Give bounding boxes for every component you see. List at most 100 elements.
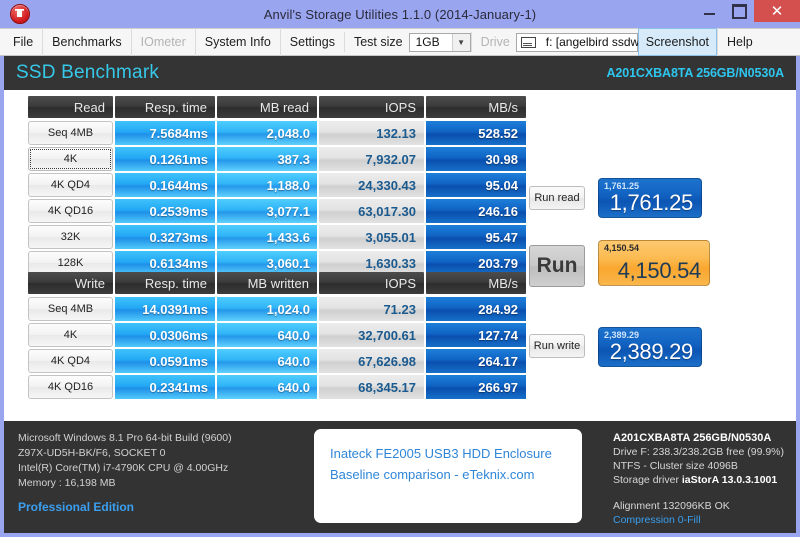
read-response-time-cell: 7.5684ms xyxy=(115,121,215,145)
menu-benchmarks[interactable]: Benchmarks xyxy=(42,28,130,56)
write-iops-cell: 32,700.61 xyxy=(319,323,424,347)
write-column-header: MB/s xyxy=(426,272,526,294)
read-iops-cell: 63,017.30 xyxy=(319,199,424,223)
system-info-footer: Microsoft Windows 8.1 Pro 64-bit Build (… xyxy=(4,419,796,533)
write-header-row: Write Resp. time MB written IOPS MB/s xyxy=(28,272,528,294)
minimize-button[interactable] xyxy=(694,0,724,22)
edition-label: Professional Edition xyxy=(18,500,135,514)
compression-mode: Compression 0-Fill xyxy=(613,514,701,526)
read-megabytes-cell: 3,077.1 xyxy=(217,199,317,223)
drive-label: Drive xyxy=(470,32,516,52)
read-column-header: MB/s xyxy=(426,96,526,118)
write-row-button[interactable]: 4K xyxy=(28,323,113,347)
maximize-button[interactable] xyxy=(724,0,754,22)
write-throughput-cell: 284.92 xyxy=(426,297,526,321)
write-megabytes-cell: 640.0 xyxy=(217,375,317,399)
drive-select[interactable]: f: [angelbird ssdwrk] ▼ xyxy=(515,32,668,52)
read-row-button[interactable]: 32K xyxy=(28,225,113,249)
run-write-button[interactable]: Run write xyxy=(529,334,585,358)
run-button[interactable]: Run xyxy=(529,245,585,287)
total-score-box: 4,150.54 4,150.54 xyxy=(598,240,710,286)
read-throughput-cell: 246.16 xyxy=(426,199,526,223)
read-score-value: 1,761.25 xyxy=(609,190,694,215)
storage-driver-label: Storage driver xyxy=(613,474,679,486)
write-iops-cell: 68,345.17 xyxy=(319,375,424,399)
write-megabytes-cell: 640.0 xyxy=(217,349,317,373)
table-row: 4K 0.1261ms 387.3 7,932.07 30.98 xyxy=(28,147,528,171)
filesystem-info: NTFS - Cluster size 4096B xyxy=(613,460,738,472)
system-specs: Microsoft Windows 8.1 Pro 64-bit Build (… xyxy=(18,431,232,515)
menu-file[interactable]: File xyxy=(4,28,42,56)
write-row-button[interactable]: 4K QD16 xyxy=(28,375,113,399)
read-iops-cell: 132.13 xyxy=(319,121,424,145)
read-response-time-cell: 0.1644ms xyxy=(115,173,215,197)
cpu-model: Intel(R) Core(TM) i7-4790K CPU @ 4.00GHz xyxy=(18,462,229,474)
anvil-icon xyxy=(10,4,30,24)
write-iops-cell: 67,626.98 xyxy=(319,349,424,373)
storage-driver-value: iaStorA 13.0.3.1001 xyxy=(681,474,778,486)
write-throughput-cell: 127.74 xyxy=(426,323,526,347)
write-response-time-cell: 14.0391ms xyxy=(115,297,215,321)
memory-size: Memory : 16,198 MB xyxy=(18,477,116,489)
write-column-header: IOPS xyxy=(319,272,424,294)
write-row-button[interactable]: Seq 4MB xyxy=(28,297,113,321)
total-score-small: 4,150.54 xyxy=(604,243,640,253)
chevron-down-icon[interactable]: ▼ xyxy=(451,33,470,51)
drive-icon xyxy=(520,36,536,48)
write-score-value: 2,389.29 xyxy=(609,339,694,364)
motherboard: Z97X-UD5H-BK/F6, SOCKET 0 xyxy=(18,447,166,459)
table-row: 4K QD4 0.0591ms 640.0 67,626.98 264.17 xyxy=(28,349,528,373)
main-toolbar: File Benchmarks IOmeter System Info Sett… xyxy=(0,28,800,56)
read-throughput-cell: 95.04 xyxy=(426,173,526,197)
read-column-header: Read xyxy=(28,96,113,118)
os-version: Microsoft Windows 8.1 Pro 64-bit Build (… xyxy=(18,432,232,444)
screenshot-button[interactable]: Screenshot xyxy=(637,28,718,56)
content-area: SSD Benchmark A201CXBA8TA 256GB/N0530A R… xyxy=(4,56,796,533)
table-row: 4K 0.0306ms 640.0 32,700.61 127.74 xyxy=(28,323,528,347)
drive-details: A201CXBA8TA 256GB/N0530A Drive F: 238.3/… xyxy=(613,431,784,527)
read-throughput-cell: 528.52 xyxy=(426,121,526,145)
read-iops-cell: 7,932.07 xyxy=(319,147,424,171)
write-megabytes-cell: 1,024.0 xyxy=(217,297,317,321)
read-response-time-cell: 0.3273ms xyxy=(115,225,215,249)
write-megabytes-cell: 640.0 xyxy=(217,323,317,347)
read-iops-cell: 24,330.43 xyxy=(319,173,424,197)
close-icon[interactable]: ✕ xyxy=(754,0,800,22)
menu-iometer: IOmeter xyxy=(130,28,195,56)
read-row-button[interactable]: Seq 4MB xyxy=(28,121,113,145)
read-column-header: MB read xyxy=(217,96,317,118)
write-score-box: 2,389.29 2,389.29 xyxy=(598,327,702,367)
header-drive-model: A201CXBA8TA 256GB/N0530A xyxy=(606,66,784,80)
write-response-time-cell: 0.0306ms xyxy=(115,323,215,347)
write-results-table: Write Resp. time MB written IOPS MB/s Seq 4MB… xyxy=(28,272,528,401)
total-score-value: 4,150.54 xyxy=(617,258,702,283)
write-response-time-cell: 0.0591ms xyxy=(115,349,215,373)
note-card: Inateck FE2005 USB3 HDD Enclosure Baseli… xyxy=(314,429,582,523)
write-column-header: Write xyxy=(28,272,113,294)
read-throughput-cell: 30.98 xyxy=(426,147,526,171)
note-line-1: Inateck FE2005 USB3 HDD Enclosure xyxy=(330,446,552,461)
read-row-button[interactable]: 4K QD16 xyxy=(28,199,113,223)
menu-settings[interactable]: Settings xyxy=(279,28,344,56)
read-row-button[interactable]: 4K QD4 xyxy=(28,173,113,197)
write-row-button[interactable]: 4K QD4 xyxy=(28,349,113,373)
test-size-label: Test size xyxy=(343,32,409,52)
write-throughput-cell: 266.97 xyxy=(426,375,526,399)
read-megabytes-cell: 1,433.6 xyxy=(217,225,317,249)
read-iops-cell: 3,055.01 xyxy=(319,225,424,249)
test-size-select[interactable]: 1GB ▼ xyxy=(408,32,471,52)
menu-system-info[interactable]: System Info xyxy=(194,28,280,56)
menu-help[interactable]: Help xyxy=(717,28,762,56)
window-controls: ✕ xyxy=(694,0,800,28)
write-throughput-cell: 264.17 xyxy=(426,349,526,373)
table-row: 32K 0.3273ms 1,433.6 3,055.01 95.47 xyxy=(28,225,528,249)
run-read-button[interactable]: Run read xyxy=(529,186,585,210)
read-row-button[interactable]: 4K xyxy=(28,147,113,171)
read-column-header: IOPS xyxy=(319,96,424,118)
note-line-2: Baseline comparison - eTeknix.com xyxy=(330,467,535,482)
write-response-time-cell: 0.2341ms xyxy=(115,375,215,399)
read-response-time-cell: 0.1261ms xyxy=(115,147,215,171)
page-title: SSD Benchmark xyxy=(16,62,160,83)
alignment-status: Alignment 132096KB OK xyxy=(613,500,730,512)
